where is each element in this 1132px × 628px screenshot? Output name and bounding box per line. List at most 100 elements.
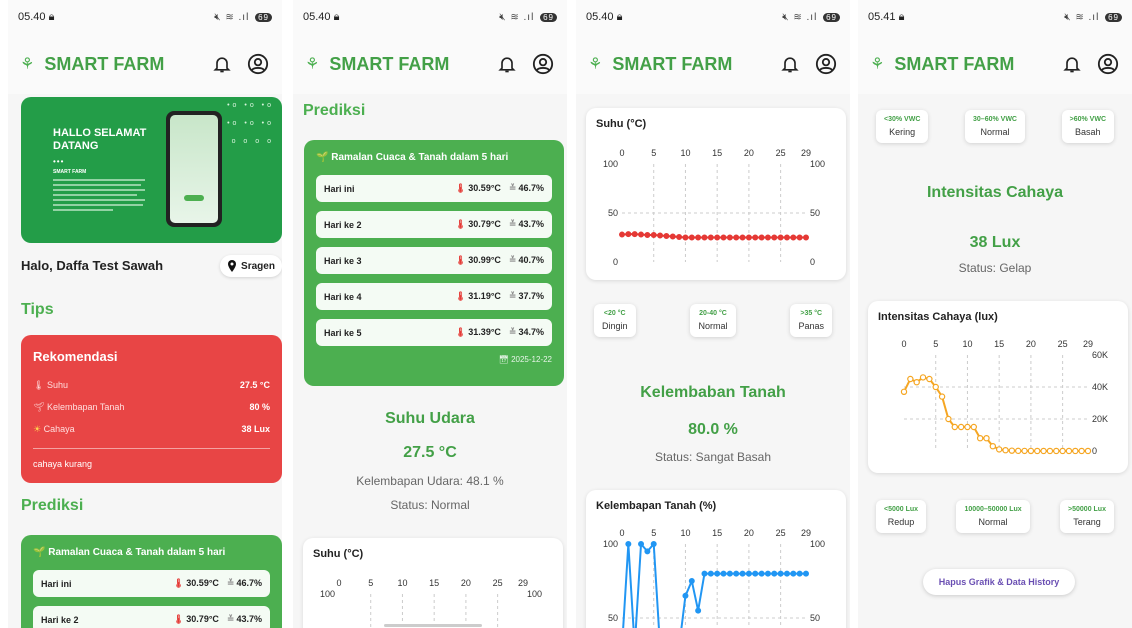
data-point[interactable] [638, 231, 645, 238]
data-point[interactable] [745, 234, 752, 241]
data-point[interactable] [669, 233, 676, 240]
data-point[interactable] [1008, 447, 1016, 454]
data-point[interactable] [644, 548, 651, 555]
data-point[interactable] [1040, 447, 1047, 455]
data-point[interactable] [1065, 447, 1073, 455]
data-point[interactable] [913, 379, 920, 386]
forecast-row[interactable]: Hari ini 🌡︎ 30.59°C ≚ 46.7% [33, 570, 270, 597]
data-point[interactable] [771, 570, 778, 577]
data-point[interactable] [650, 232, 657, 239]
data-point[interactable] [900, 388, 908, 396]
notification-bell-icon[interactable] [495, 52, 519, 76]
data-point[interactable] [1053, 447, 1060, 455]
data-point[interactable] [1046, 447, 1054, 455]
data-point[interactable] [720, 234, 727, 241]
forecast-row[interactable]: Hari ke 2 🌡︎ 30.79°C ≚ 43.7% [316, 211, 552, 238]
data-point[interactable] [951, 423, 958, 431]
data-point[interactable] [701, 570, 708, 577]
data-point[interactable] [764, 570, 771, 577]
data-point[interactable] [926, 375, 933, 383]
profile-icon[interactable] [531, 52, 555, 76]
data-point[interactable] [790, 234, 797, 241]
data-point[interactable] [707, 570, 714, 577]
data-point[interactable] [682, 592, 689, 599]
data-point[interactable] [1027, 447, 1035, 455]
forecast-row[interactable]: Hari ke 5 🌡︎ 31.39°C ≚ 34.7% [316, 319, 552, 346]
data-point[interactable] [650, 541, 657, 548]
data-point[interactable] [676, 234, 683, 241]
data-point[interactable] [783, 570, 790, 577]
profile-icon[interactable] [246, 52, 270, 76]
data-point[interactable] [771, 234, 778, 241]
data-point[interactable] [919, 374, 927, 381]
data-point[interactable] [1021, 447, 1028, 455]
data-point[interactable] [739, 234, 746, 241]
data-point[interactable] [1002, 446, 1009, 454]
data-point[interactable] [619, 231, 626, 238]
welcome-banner[interactable]: HALLO SELAMAT DATANG ••• SMART FARM •o •… [21, 97, 282, 243]
data-point[interactable] [989, 442, 997, 450]
data-point[interactable] [758, 234, 765, 241]
data-point[interactable] [663, 233, 670, 240]
data-point[interactable] [803, 234, 810, 241]
data-point[interactable] [945, 415, 952, 423]
profile-icon[interactable] [814, 52, 838, 76]
data-point[interactable] [625, 231, 632, 238]
data-point[interactable] [726, 570, 733, 577]
gesture-nav-bar[interactable] [384, 624, 482, 627]
data-point[interactable] [752, 570, 759, 577]
data-point[interactable] [932, 383, 939, 391]
notification-bell-icon[interactable] [210, 52, 234, 76]
data-point[interactable] [758, 570, 765, 577]
data-point[interactable] [1034, 447, 1041, 455]
data-point[interactable] [1072, 447, 1079, 455]
data-point[interactable] [777, 234, 784, 241]
forecast-row[interactable]: Hari ke 2 🌡︎ 30.79°C ≚ 43.7% [33, 606, 270, 628]
data-point[interactable] [1078, 447, 1085, 455]
data-point[interactable] [790, 570, 797, 577]
location-chip[interactable]: Sragen [220, 255, 282, 277]
data-point[interactable] [1084, 447, 1092, 455]
data-point[interactable] [714, 570, 721, 577]
data-point[interactable] [688, 234, 695, 241]
data-point[interactable] [644, 232, 651, 239]
data-point[interactable] [657, 232, 664, 239]
forecast-row[interactable]: Hari ini 🌡︎ 30.59°C ≚ 46.7% [316, 175, 552, 202]
data-point[interactable] [733, 234, 740, 241]
data-point[interactable] [1059, 447, 1066, 455]
data-point[interactable] [907, 375, 914, 383]
data-point[interactable] [745, 570, 752, 577]
data-point[interactable] [803, 570, 810, 577]
data-point[interactable] [752, 234, 759, 241]
data-point[interactable] [976, 434, 984, 442]
notification-bell-icon[interactable] [1060, 52, 1084, 76]
data-point[interactable] [701, 234, 708, 241]
data-point[interactable] [625, 541, 632, 548]
data-point[interactable] [695, 234, 702, 241]
data-point[interactable] [739, 570, 746, 577]
data-point[interactable] [995, 446, 1003, 453]
clear-history-button[interactable]: Hapus Grafik & Data History [923, 569, 1075, 595]
data-point[interactable] [1015, 447, 1022, 455]
data-point[interactable] [631, 231, 638, 238]
data-point[interactable] [957, 423, 965, 431]
data-point[interactable] [726, 234, 733, 241]
data-point[interactable] [796, 570, 803, 577]
data-point[interactable] [688, 577, 695, 584]
profile-icon[interactable] [1096, 52, 1120, 76]
data-point[interactable] [764, 234, 771, 241]
forecast-row[interactable]: Hari ke 4 🌡︎ 31.19°C ≚ 37.7% [316, 283, 552, 310]
data-point[interactable] [638, 541, 645, 548]
data-point[interactable] [682, 234, 689, 241]
data-point[interactable] [720, 570, 727, 577]
data-point[interactable] [733, 570, 740, 577]
data-point[interactable] [983, 434, 990, 442]
notification-bell-icon[interactable] [778, 52, 802, 76]
data-point[interactable] [777, 570, 784, 577]
forecast-row[interactable]: Hari ke 3 🌡︎ 30.99°C ≚ 40.7% [316, 247, 552, 274]
data-point[interactable] [796, 234, 803, 241]
data-point[interactable] [714, 234, 721, 241]
data-point[interactable] [695, 607, 702, 614]
data-point[interactable] [938, 393, 946, 400]
data-point[interactable] [964, 423, 971, 431]
